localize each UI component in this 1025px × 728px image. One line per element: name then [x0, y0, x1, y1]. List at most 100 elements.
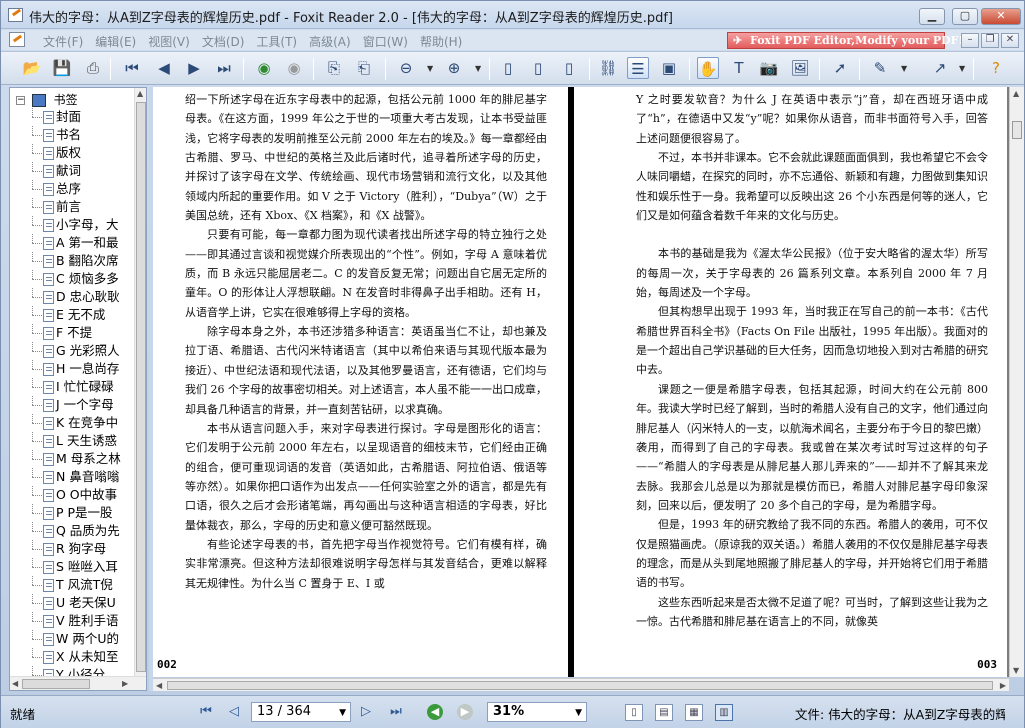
menu-edit[interactable]: 编辑(E) [89, 33, 142, 50]
bookmark-item[interactable]: V 胜利手语 [10, 612, 136, 630]
chevron-down-icon[interactable]: ▼ [339, 704, 346, 722]
facing-view-icon[interactable]: ▦ [685, 704, 703, 721]
bookmark-item[interactable]: 总序 [10, 180, 136, 198]
bookmark-item[interactable]: C 烦恼多多 [10, 270, 136, 288]
close-button[interactable]: ✕ [981, 8, 1021, 25]
bookmark-item[interactable]: K 在竞争中 [10, 414, 136, 432]
facing-icon[interactable]: ▯ [558, 57, 580, 79]
zoom-out-dropdown-icon[interactable]: ▼ [427, 64, 433, 73]
bookmark-item[interactable]: A 第一和最 [10, 234, 136, 252]
zoom-out-icon[interactable]: ⊖ [395, 57, 417, 79]
last-page-icon[interactable]: ⏭ [213, 57, 235, 79]
doc-minimize-button[interactable]: – [961, 33, 979, 48]
menu-file[interactable]: 文件(F) [37, 33, 89, 50]
bookmark-root[interactable]: − 书签 [16, 91, 78, 108]
rotate-left-icon[interactable]: ⎘ [323, 57, 345, 79]
help-icon[interactable]: ? [985, 57, 1007, 79]
bookmark-item[interactable]: D 忠心耿耿 [10, 288, 136, 306]
scroll-up-icon[interactable]: ▲ [1013, 89, 1019, 98]
rotate-right-icon[interactable]: ⎗ [353, 57, 375, 79]
bookmark-item[interactable]: I 忙忙碌碌 [10, 378, 136, 396]
single-page-icon[interactable]: ▯ [497, 57, 519, 79]
bookmark-item[interactable]: 前言 [10, 198, 136, 216]
scroll-right-icon[interactable]: ▶ [122, 679, 128, 688]
text-select-icon[interactable]: T [728, 57, 750, 79]
thumbnail-icon[interactable]: ▣ [658, 57, 680, 79]
menu-view[interactable]: 视图(V) [142, 33, 196, 50]
sidebar-horizontal-scrollbar[interactable]: ◀ ▶ [10, 676, 146, 690]
annotation-icon[interactable]: ✎ [869, 57, 891, 79]
bookmark-panel-icon[interactable]: ☰ [627, 57, 649, 79]
bookmark-item[interactable]: 封面 [10, 108, 136, 126]
viewer-scroll-thumb[interactable] [1012, 121, 1022, 139]
continuous-icon[interactable]: ▯ [527, 57, 549, 79]
chevron-down-icon[interactable]: ▼ [575, 704, 582, 722]
menu-document[interactable]: 文档(D) [196, 33, 251, 50]
bookmark-item[interactable]: F 不提 [10, 324, 136, 342]
bookmark-item[interactable]: L 天生诱惑 [10, 432, 136, 450]
bookmark-item[interactable]: H 一息尚存 [10, 360, 136, 378]
bookmark-item[interactable]: 版权 [10, 144, 136, 162]
hand-tool-icon[interactable]: ✋ [697, 57, 719, 79]
bookmark-item[interactable]: E 无不成 [10, 306, 136, 324]
go-forward-icon[interactable]: ◉ [283, 57, 305, 79]
go-back-icon[interactable]: ◀ [427, 704, 443, 720]
doc-close-button[interactable]: ✕ [1001, 33, 1019, 48]
image-tool-icon[interactable]: 🖼 [789, 57, 811, 79]
zoom-field[interactable]: 31% ▼ [487, 702, 587, 722]
bookmark-item[interactable]: Q 品质为先 [10, 522, 136, 540]
zoom-in-icon[interactable]: ⊕ [443, 57, 465, 79]
bookmark-item[interactable]: M 母系之林 [10, 450, 136, 468]
prev-page-icon[interactable]: ◁ [225, 703, 243, 721]
scroll-left-icon[interactable]: ◀ [12, 679, 18, 688]
go-back-icon[interactable]: ◉ [253, 57, 275, 79]
bookmark-item[interactable]: G 光彩照人 [10, 342, 136, 360]
last-page-icon[interactable]: ⏭ [387, 703, 405, 721]
menu-help[interactable]: 帮助(H) [414, 33, 468, 50]
menu-advanced[interactable]: 高级(A) [303, 33, 357, 50]
binoculars-icon[interactable]: ⛓ [597, 57, 619, 79]
scroll-right-icon[interactable]: ▶ [1000, 681, 1006, 690]
sidebar-vertical-scrollbar[interactable]: ▲ [134, 88, 146, 676]
bookmark-item[interactable]: U 老天保U [10, 594, 136, 612]
bookmark-item[interactable]: X 从未知至 [10, 648, 136, 666]
sidebar-scroll-thumb[interactable] [136, 102, 146, 672]
annotation-dropdown-icon[interactable]: ▼ [901, 64, 907, 73]
next-page-icon[interactable]: ▶ [183, 57, 205, 79]
select-arrow-icon[interactable]: ➚ [829, 57, 851, 79]
sidebar-hscroll-thumb[interactable] [22, 679, 90, 689]
continuous-view-icon[interactable]: ▤ [655, 704, 673, 721]
bookmark-item[interactable]: O O中故事 [10, 486, 136, 504]
go-forward-icon[interactable]: ▶ [457, 704, 473, 720]
document-icon[interactable] [9, 32, 25, 47]
zoom-in-dropdown-icon[interactable]: ▼ [475, 64, 481, 73]
bookmark-item[interactable]: T 风流T倪 [10, 576, 136, 594]
bookmark-item[interactable]: N 鼻音嗡嗡 [10, 468, 136, 486]
viewer-vertical-scrollbar[interactable]: ▲ ▼ [1009, 87, 1024, 677]
bookmark-item[interactable]: 小字母，大 [10, 216, 136, 234]
print-icon[interactable]: ⎙ [82, 57, 104, 79]
next-page-icon[interactable]: ▷ [357, 703, 375, 721]
viewer-horizontal-scrollbar[interactable]: ◀ ▶ [153, 678, 1009, 691]
open-icon[interactable]: 📂 [21, 57, 43, 79]
single-page-view-icon[interactable]: ▯ [625, 704, 643, 721]
continuous-facing-view-icon[interactable]: ▥ [715, 704, 733, 721]
doc-restore-button[interactable]: ❐ [981, 33, 999, 48]
scroll-down-icon[interactable]: ▼ [1013, 666, 1019, 675]
pen-dropdown-icon[interactable]: ▼ [959, 64, 965, 73]
minimize-button[interactable]: ▁ [919, 8, 945, 25]
bookmark-item[interactable]: S 咝咝入耳 [10, 558, 136, 576]
prev-page-icon[interactable]: ◀ [153, 57, 175, 79]
ad-banner[interactable]: Foxit PDF Editor,Modify your PDF! [727, 32, 963, 49]
viewer-hscroll-thumb[interactable] [167, 681, 993, 690]
document-viewer[interactable]: 绍一下所述字母在近东字母表中的起源，包括公元前 1000 年的腓尼基字母表。《在… [153, 87, 1019, 677]
bookmark-item[interactable]: R 狗字母 [10, 540, 136, 558]
page-number-field[interactable]: 13 / 364 ▼ [251, 702, 351, 722]
bookmark-item[interactable]: J 一个字母 [10, 396, 136, 414]
scroll-up-icon[interactable]: ▲ [137, 89, 143, 98]
bookmark-item[interactable]: B 翻陷次席 [10, 252, 136, 270]
first-page-icon[interactable]: ⏮ [197, 703, 215, 721]
bookmark-item[interactable]: P P是一股 [10, 504, 136, 522]
maximize-button[interactable]: ▢ [952, 8, 978, 25]
first-page-icon[interactable]: ⏮ [121, 57, 143, 79]
